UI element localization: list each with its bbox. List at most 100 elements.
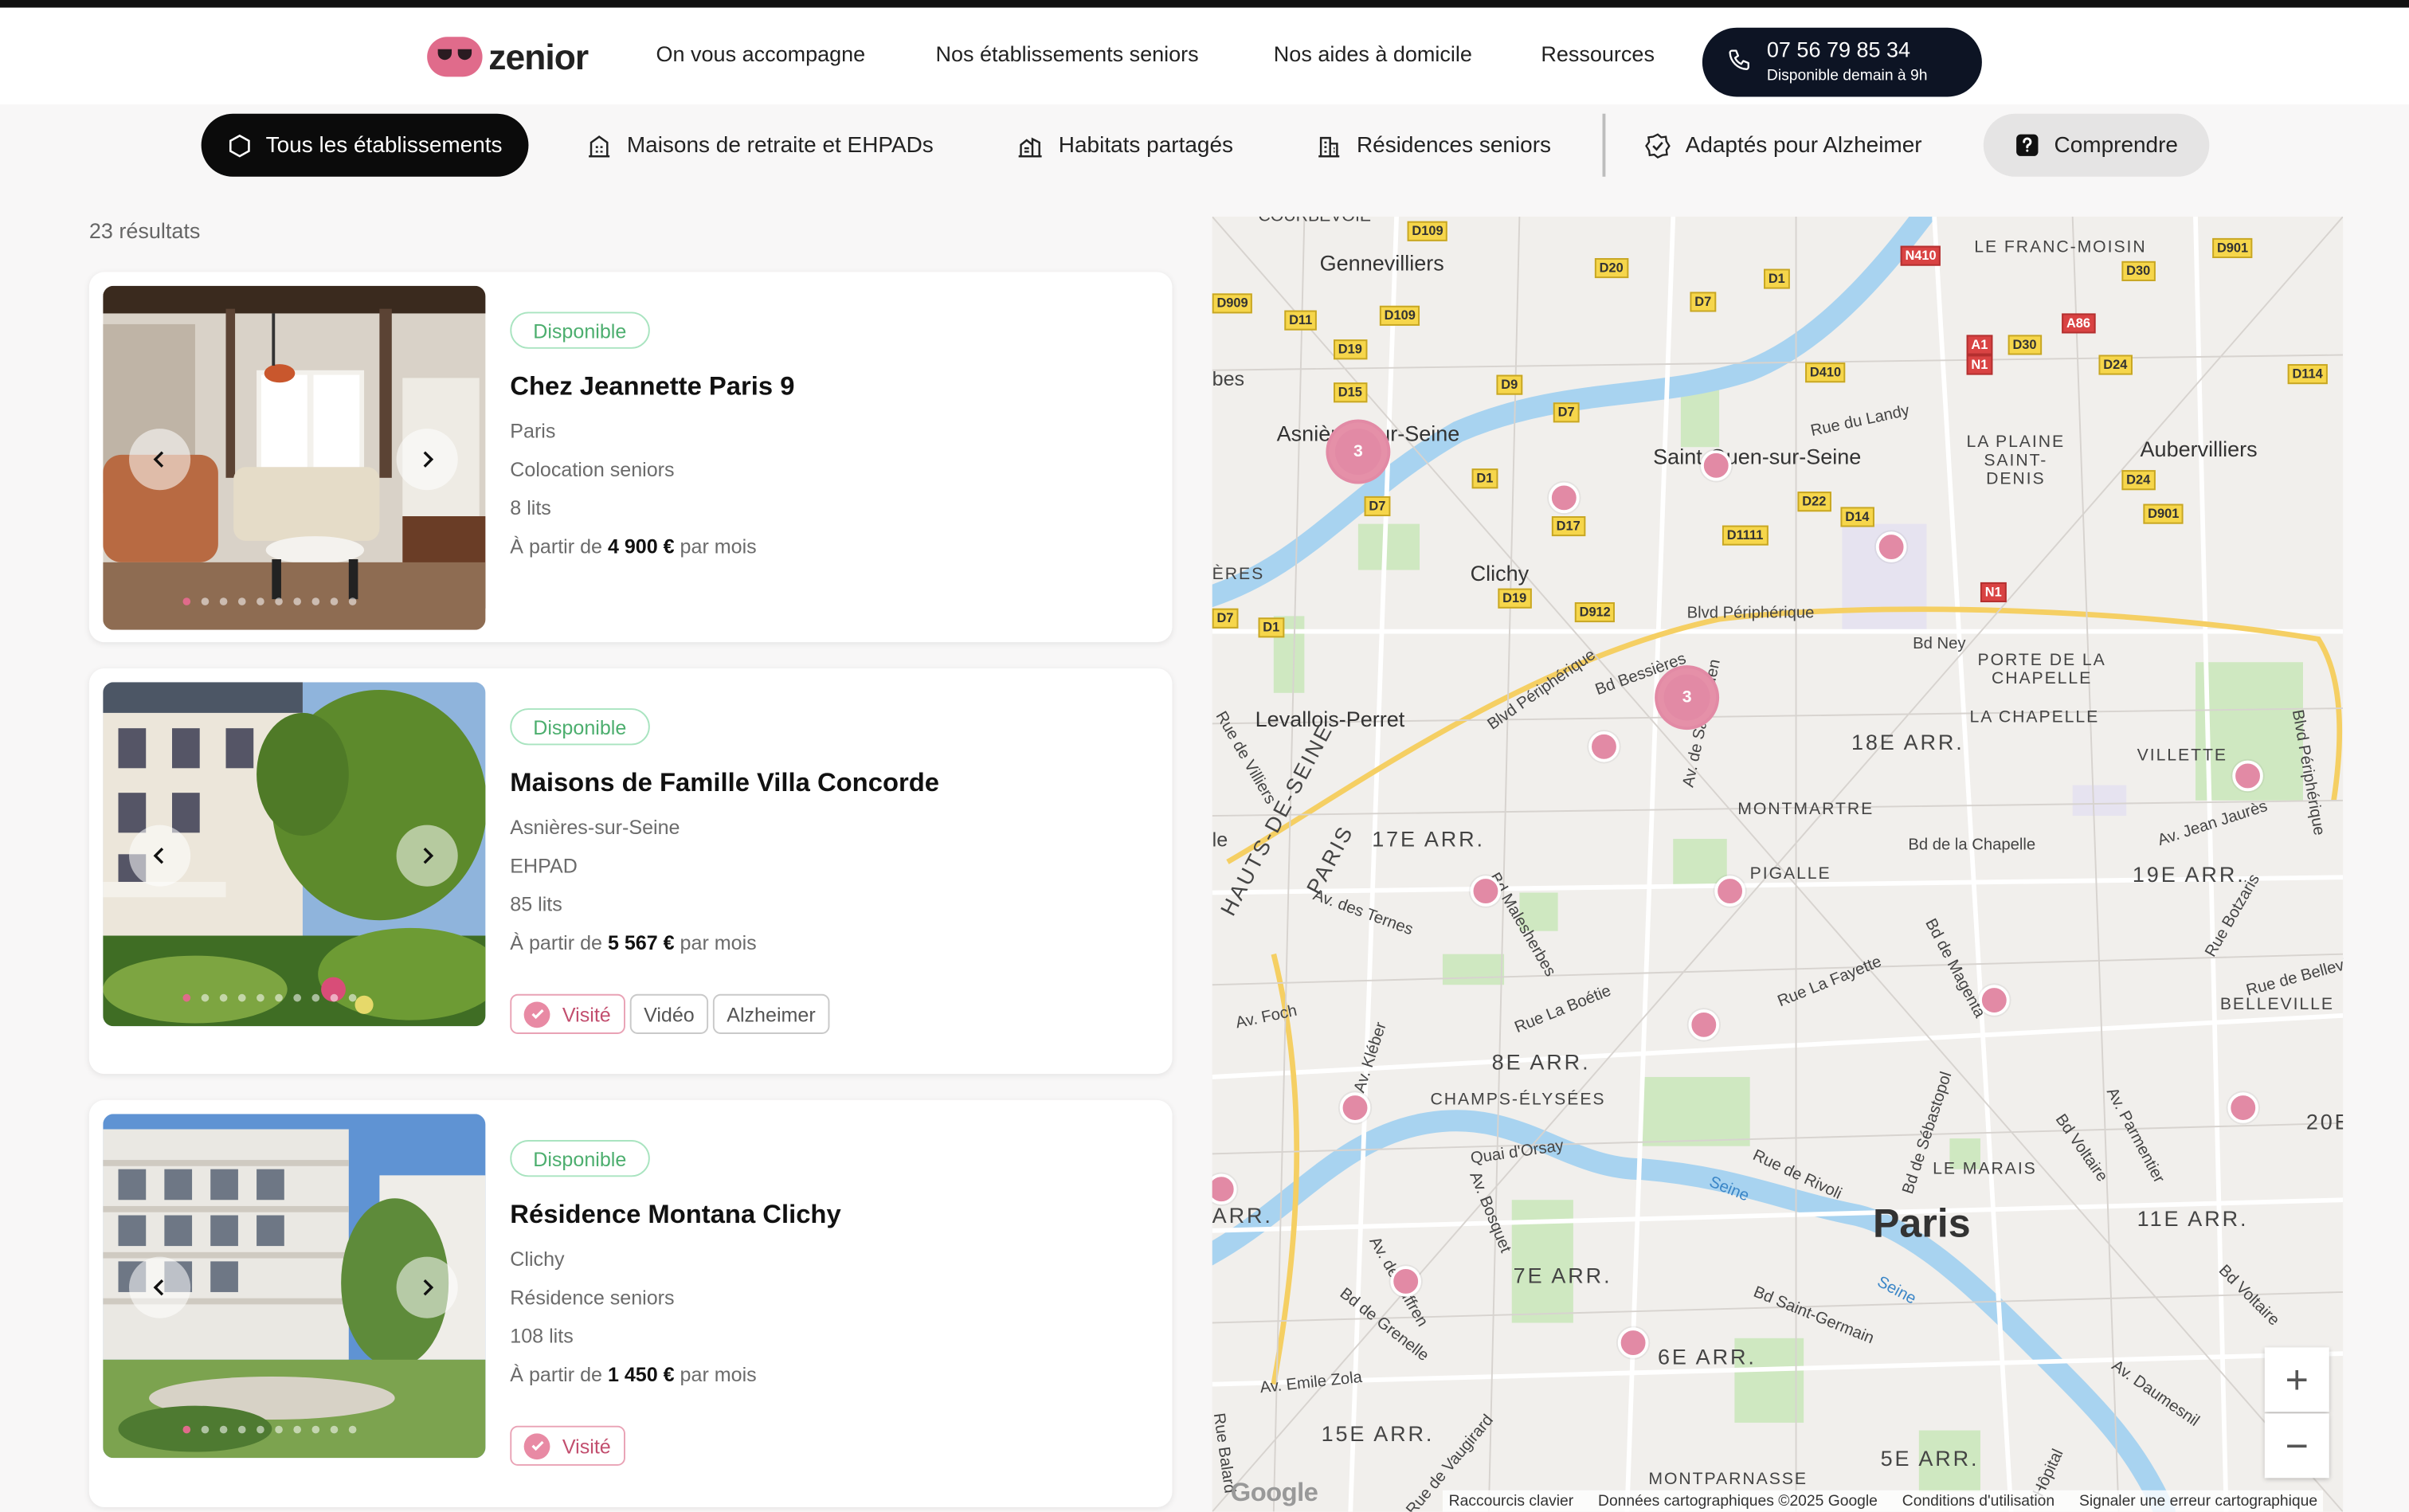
map-label: VILLETTE (2137, 746, 2227, 766)
phone-availability: Disponible demain à 9h (1766, 67, 1928, 85)
listing-photo[interactable] (103, 1114, 486, 1459)
filter-alzheimer[interactable]: Adaptés pour Alzheimer (1644, 114, 1922, 177)
understand-button[interactable]: Comprendre (1983, 113, 2209, 177)
listing-type: EHPAD (510, 854, 578, 878)
availability-badge: Disponible (510, 1140, 650, 1177)
map-marker[interactable] (1470, 875, 1502, 907)
nav-accompagne[interactable]: On vous accompagne (656, 41, 866, 66)
photo-dots (182, 1425, 357, 1434)
map-marker[interactable] (1617, 1327, 1649, 1358)
road-number: D1 (1764, 268, 1790, 289)
road-number: D14 (1840, 507, 1874, 527)
road-number: D1 (1471, 468, 1498, 489)
map-label: BELLEVILLE (2219, 995, 2334, 1014)
road-number: D909 (1212, 293, 1253, 314)
zoom-in-button[interactable]: + (2264, 1347, 2329, 1412)
filter-shared[interactable]: Habitats partagés (1016, 114, 1233, 177)
logo-icon (427, 37, 483, 77)
map-cluster[interactable]: 3 (1329, 422, 1388, 481)
road-number: D9 (1496, 374, 1523, 395)
previous-photo-button[interactable] (129, 1256, 191, 1318)
map-panel[interactable]: COURBEVOIE Gennevilliers Asnières-sur-Se… (1212, 216, 2344, 1512)
street-label: Bd de la Chapelle (1908, 836, 2036, 855)
road-number: D22 (1797, 492, 1831, 512)
availability-badge: Disponible (510, 708, 650, 746)
google-logo: Google (1230, 1478, 1318, 1507)
road-number: D19 (1334, 339, 1367, 360)
previous-photo-button[interactable] (129, 825, 191, 887)
map-marker[interactable] (1714, 875, 1745, 907)
nav-ressources[interactable]: Ressources (1541, 41, 1655, 66)
map-marker[interactable] (1875, 531, 1907, 562)
road-number: D7 (1212, 608, 1239, 629)
map-marker[interactable] (1390, 1266, 1421, 1297)
map-data-credit: Données cartographiques ©2025 Google (1598, 1492, 1878, 1510)
road-number: D410 (1805, 362, 1846, 383)
phone-icon (1729, 49, 1749, 70)
road-number: A1 (1966, 335, 1993, 355)
map-label: Aubervilliers (2140, 436, 2258, 461)
road-number: D30 (2007, 335, 2042, 355)
road-number: D7 (1690, 292, 1717, 312)
map-label: MONTPARNASSE (1648, 1470, 1808, 1489)
brand-logo[interactable]: zenior (427, 33, 589, 80)
next-photo-button[interactable] (396, 825, 458, 887)
terms-link[interactable]: Conditions d'utilisation (1902, 1493, 2055, 1510)
filter-residences[interactable]: Résidences seniors (1315, 114, 1551, 177)
listing-title[interactable]: Résidence Montana Clichy (510, 1200, 840, 1231)
map-label: bes (1212, 366, 1245, 390)
map-label: PORTE DE LA CHAPELLE (1977, 651, 2106, 689)
report-error-link[interactable]: Signaler une erreur cartographique (2079, 1493, 2317, 1510)
keyboard-shortcuts-link[interactable]: Raccourcis clavier (1449, 1493, 1573, 1510)
road-number: D109 (1407, 221, 1448, 241)
map-marker[interactable] (1588, 731, 1620, 762)
tag-video: Vidéo (629, 993, 709, 1034)
map-attribution: Raccourcis clavier Données cartographiqu… (1442, 1490, 2324, 1512)
check-icon (523, 1001, 550, 1028)
map-marker[interactable] (1979, 985, 2010, 1016)
map-label: Saint-Ouen-sur-Seine (1653, 444, 1862, 469)
listing-card[interactable]: Disponible Maisons de Famille Villa Conc… (88, 668, 1173, 1075)
listing-beds: 85 lits (510, 892, 562, 916)
listing-price: À partir de 5 567 € par mois (510, 930, 757, 954)
listing-photo[interactable] (103, 682, 486, 1027)
listing-card[interactable]: Disponible Chez Jeannette Paris 9 Paris … (88, 272, 1173, 643)
zoom-out-button[interactable]: − (2264, 1413, 2329, 1479)
understand-label: Comprendre (2054, 132, 2178, 158)
map-label: Clichy (1470, 560, 1530, 586)
listing-beds: 8 lits (510, 496, 551, 519)
road-number: D114 (2287, 364, 2328, 385)
map-cluster[interactable]: 3 (1657, 668, 1717, 727)
phone-button[interactable]: 07 56 79 85 34 Disponible demain à 9h (1702, 27, 1982, 97)
map-marker[interactable] (1688, 1009, 1720, 1040)
road-number: N1 (1980, 582, 2007, 603)
phone-number: 07 56 79 85 34 (1766, 37, 1911, 62)
nav-etablissements[interactable]: Nos établissements seniors (936, 41, 1199, 66)
map-label: 5E ARR. (1880, 1445, 1980, 1471)
chevron-right-icon (423, 848, 434, 864)
filter-ehpad[interactable]: Maisons de retraite et EHPADs (586, 114, 934, 177)
map-label: LA PLAINE SAINT-DENIS (1966, 433, 2066, 489)
nav-aides[interactable]: Nos aides à domicile (1274, 41, 1472, 66)
previous-photo-button[interactable] (129, 429, 191, 491)
next-photo-button[interactable] (396, 429, 458, 491)
map-marker[interactable] (2232, 760, 2263, 792)
road-number: N410 (1900, 245, 1941, 266)
tag-visited: Visité (510, 993, 625, 1034)
listing-type: Colocation seniors (510, 457, 675, 481)
listing-city: Paris (510, 419, 556, 443)
map-label: 15E ARR. (1321, 1420, 1435, 1446)
listing-title[interactable]: Chez Jeannette Paris 9 (510, 372, 794, 403)
hexagon-icon (229, 133, 250, 157)
listing-title[interactable]: Maisons de Famille Villa Concorde (510, 768, 939, 799)
map-marker[interactable] (2227, 1092, 2259, 1123)
listing-card[interactable]: Disponible Résidence Montana Clichy Clic… (88, 1099, 1173, 1507)
road-number: D901 (2212, 237, 2253, 259)
next-photo-button[interactable] (396, 1256, 458, 1318)
map-marker[interactable] (1700, 450, 1732, 481)
listing-photo[interactable] (103, 285, 486, 630)
residence-icon (1318, 135, 1340, 157)
map-marker[interactable] (1549, 482, 1580, 514)
filter-all[interactable]: Tous les établissements (201, 113, 529, 177)
map-marker[interactable] (1339, 1092, 1371, 1123)
